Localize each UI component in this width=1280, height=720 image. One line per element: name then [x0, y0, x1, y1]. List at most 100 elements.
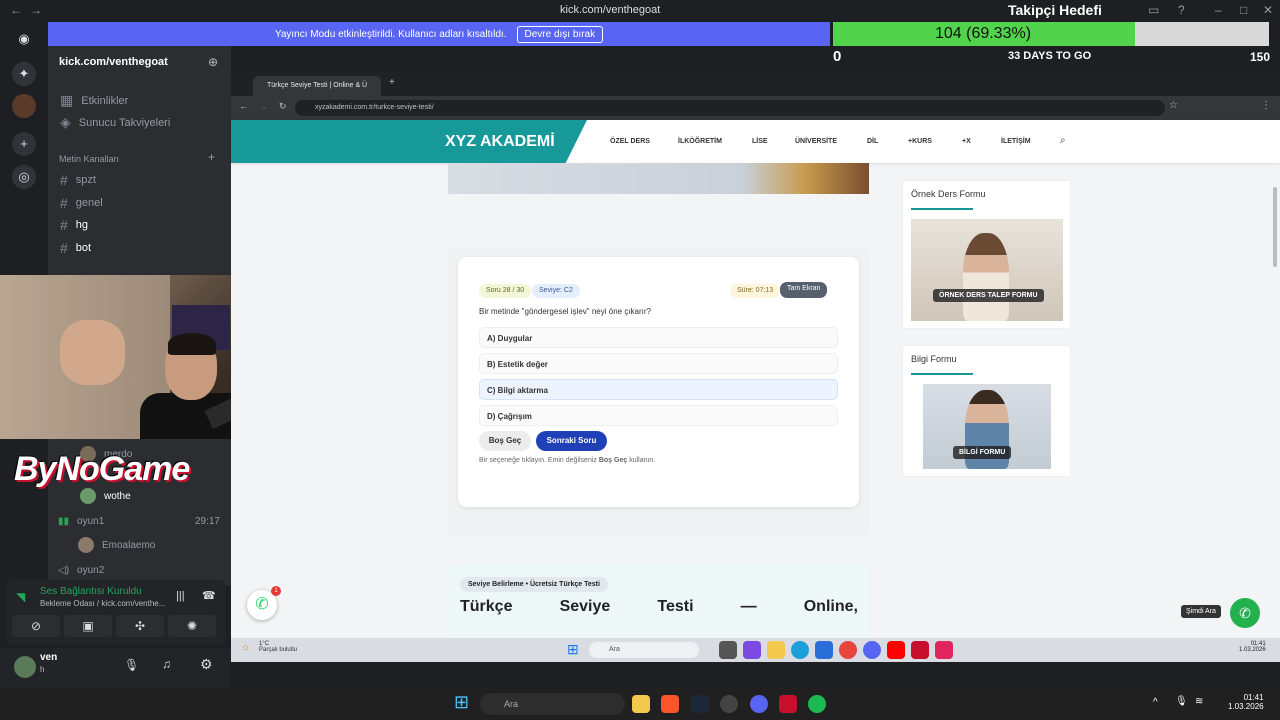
back-icon[interactable]: ← — [10, 3, 22, 17]
info-form-photo[interactable]: BİLGİ FORMU — [923, 384, 1051, 469]
add-channel-icon[interactable]: + — [208, 150, 215, 164]
avatar[interactable] — [14, 656, 36, 678]
youtube-icon[interactable] — [887, 641, 905, 659]
reload-icon[interactable]: ↻ — [279, 101, 287, 112]
server-avatar-icon[interactable] — [12, 94, 36, 118]
app-icon[interactable] — [720, 695, 738, 713]
store-icon[interactable] — [815, 641, 833, 659]
sample-lesson-form-label: ÖRNEK DERS TALEP FORMU — [933, 289, 1044, 302]
fullscreen-button[interactable]: Tam Ekran — [780, 282, 828, 298]
whatsapp-badge: 1 — [271, 586, 281, 596]
windows-start-icon[interactable]: ⊞ — [454, 692, 469, 713]
copilot-icon[interactable] — [743, 641, 761, 659]
menu-x[interactable]: +X — [962, 138, 971, 145]
browser-menu-icon[interactable]: ⋮ — [1261, 100, 1271, 111]
bookmark-star-icon[interactable]: ☆ — [1169, 100, 1178, 111]
taskbar-search[interactable]: Ara — [480, 693, 625, 715]
edge-icon[interactable] — [791, 641, 809, 659]
soundboard-button[interactable]: ✺ — [168, 615, 216, 637]
option-d[interactable]: D) Çağrışım — [479, 405, 838, 426]
browser-tab[interactable]: Türkçe Seviye Testi | Online & Ü — [253, 76, 381, 96]
voice-user-wothe[interactable]: wothe — [80, 488, 131, 504]
address-bar[interactable]: xyzakademi.com.tr/turkce-seviye-testi/ — [295, 100, 1165, 116]
sidebar-item-boosts[interactable]: ◈ Sunucu Takviyeleri — [60, 114, 170, 131]
goal-max: 150 — [1250, 50, 1271, 64]
voice-channel-oyun1[interactable]: ▮▮ oyun1 29:17 — [58, 516, 220, 527]
site-brand[interactable]: XYZ AKADEMİ — [231, 120, 587, 163]
noise-icon[interactable]: ||| — [176, 590, 185, 602]
voice-channel-oyun2[interactable]: ◁) oyun2 — [58, 565, 104, 576]
menu-kurs[interactable]: +KURS — [908, 138, 932, 145]
screen-share-button[interactable]: ▣ — [64, 615, 112, 637]
menu-ilkogretim[interactable]: İLKÖĞRETİM — [678, 138, 722, 145]
discord-home-icon[interactable]: ◉ — [12, 27, 36, 51]
chrome-icon[interactable] — [839, 641, 857, 659]
browser-tabstrip: Türkçe Seviye Testi | Online & Ü + — [231, 72, 1280, 96]
mic-icon[interactable]: 🎙 — [1175, 696, 1188, 707]
scrollbar[interactable] — [1273, 187, 1277, 267]
mic-icon[interactable]: 🎙 — [124, 658, 139, 672]
category-text-channels[interactable]: Metin Kanalları — [59, 154, 119, 164]
option-a[interactable]: A) Duygular — [479, 327, 838, 348]
wifi-icon[interactable]: ≋ — [1195, 696, 1203, 707]
menu-iletisim[interactable]: İLETİŞİM — [1001, 138, 1031, 145]
headphones-icon[interactable]: ♫ — [162, 657, 171, 671]
channel-spzt[interactable]: # spzt — [60, 172, 96, 188]
discord-icon[interactable] — [750, 695, 768, 713]
forward-icon[interactable]: → — [30, 3, 42, 17]
channel-hg[interactable]: # hg — [60, 217, 88, 233]
disconnect-icon[interactable]: ☎ — [202, 589, 216, 602]
channel-bot[interactable]: # bot — [60, 240, 91, 256]
server-name[interactable]: kick.com/venthegoat — [59, 56, 168, 68]
next-question-button[interactable]: Sonraki Soru — [536, 431, 607, 451]
option-c[interactable]: C) Bilgi aktarma — [479, 379, 838, 400]
inbox-icon[interactable]: ▭ — [1148, 3, 1159, 17]
activities-button[interactable]: ✣ — [116, 615, 164, 637]
explore-icon[interactable]: ◎ — [12, 165, 36, 189]
channel-genel[interactable]: # genel — [60, 195, 103, 211]
voice-detail: Bekleme Odası / kick.com/venthe... — [40, 599, 166, 608]
option-b[interactable]: B) Estetik değer — [479, 353, 838, 374]
menu-universite[interactable]: ÜNİVERSİTE — [795, 138, 837, 145]
skip-button[interactable]: Boş Geç — [479, 431, 531, 451]
goal-progress-bar: 104 (69.33%) — [833, 22, 1269, 46]
invite-icon[interactable]: ⊕ — [208, 55, 218, 69]
maximize-icon[interactable]: □ — [1240, 3, 1247, 17]
menu-lise[interactable]: LİSE — [752, 138, 768, 145]
menu-ozel-ders[interactable]: ÖZEL DERS — [610, 138, 650, 145]
tray-chevron-icon[interactable]: ^ — [1153, 697, 1158, 708]
windows-start-icon[interactable]: ⊞ — [567, 641, 579, 658]
search-icon[interactable]: ⌕ — [1060, 135, 1066, 146]
sample-lesson-photo[interactable]: ÖRNEK DERS TALEP FORMU — [911, 219, 1063, 321]
close-icon[interactable]: ✕ — [1263, 3, 1273, 17]
camera-off-button[interactable]: ⊘ — [12, 615, 60, 637]
form-underline — [911, 373, 973, 375]
sidebar-item-events[interactable]: ▦ Etkinlikler — [60, 92, 128, 109]
add-server-icon[interactable]: + — [12, 132, 36, 156]
disable-streamer-button[interactable]: Devre dışı bırak — [516, 25, 604, 43]
shared-screen: Türkçe Seviye Testi | Online & Ü + ← → ↻… — [231, 72, 1280, 638]
explorer-icon[interactable] — [632, 695, 650, 713]
brave-icon[interactable] — [661, 695, 679, 713]
voice-user-emoalaemo[interactable]: Emoalaemo — [78, 537, 155, 553]
steam-icon[interactable] — [691, 695, 709, 713]
new-tab-icon[interactable]: + — [389, 77, 395, 88]
call-now-label: Şimdi Ara — [1181, 605, 1221, 618]
explorer-icon[interactable] — [767, 641, 785, 659]
minimize-icon[interactable]: – — [1215, 3, 1222, 17]
app-icon-2[interactable] — [779, 695, 797, 713]
task-view-icon[interactable] — [719, 641, 737, 659]
settings-gear-icon[interactable]: ⚙ — [200, 656, 213, 673]
call-button[interactable]: ✆ — [1230, 598, 1260, 628]
help-icon[interactable]: ? — [1178, 3, 1185, 17]
server-icon[interactable]: ✦ — [12, 62, 36, 86]
hint-suffix: kullanın. — [627, 457, 656, 464]
app-icon[interactable] — [911, 641, 929, 659]
back-icon[interactable]: ← — [239, 101, 248, 111]
app-icon-2[interactable] — [935, 641, 953, 659]
discord-icon[interactable] — [863, 641, 881, 659]
menu-dil[interactable]: DİL — [867, 138, 878, 145]
forward-icon[interactable]: → — [259, 101, 268, 111]
taskbar-search[interactable]: Ara — [589, 642, 699, 658]
spotify-icon[interactable] — [808, 695, 826, 713]
